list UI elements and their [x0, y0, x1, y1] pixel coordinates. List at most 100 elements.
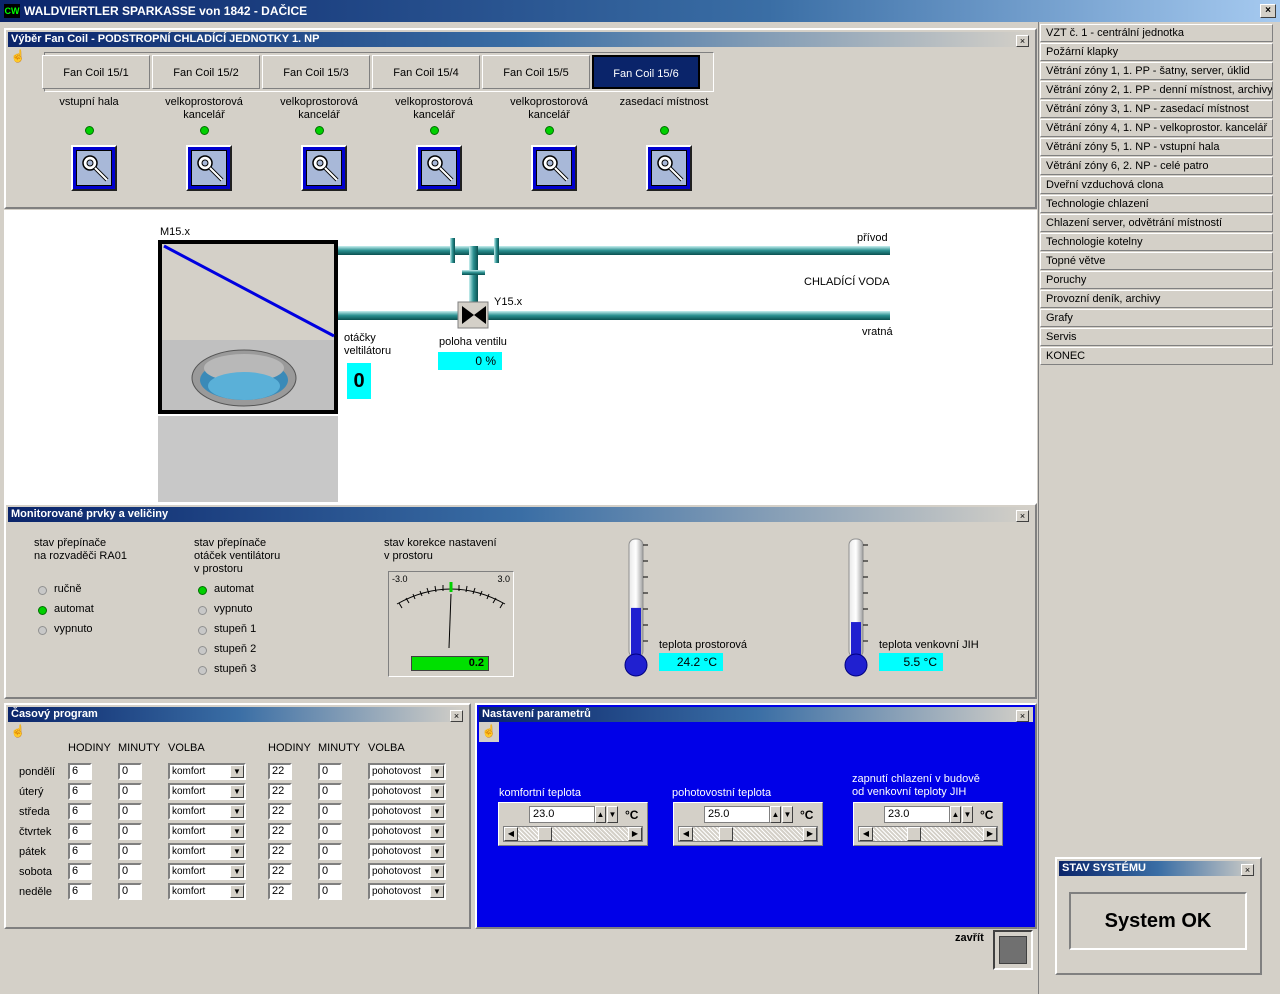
comfort-temp-slider[interactable]: ◀ ▶ [503, 826, 643, 842]
chevron-down-icon[interactable]: ▼ [430, 845, 444, 858]
fan-coil-control-button[interactable] [416, 145, 462, 191]
window-close-button[interactable]: × [1260, 4, 1276, 18]
cooling-threshold-input[interactable]: 23.0 [884, 806, 950, 823]
fan-coil-control-button[interactable] [531, 145, 577, 191]
chevron-down-icon[interactable]: ▼ [430, 785, 444, 798]
hand-icon[interactable]: ☝ [479, 722, 499, 742]
cooling-threshold-up-button[interactable]: ▲ [950, 806, 961, 823]
fancoil-panel-close-button[interactable]: × [1016, 35, 1029, 47]
menu-item[interactable]: Poruchy [1040, 271, 1273, 289]
tab-fan-coil-1[interactable]: Fan Coil 15/1 [42, 55, 150, 89]
mode-select-2[interactable]: pohotovost ▼ [368, 883, 446, 900]
slider-thumb[interactable] [719, 827, 733, 841]
menu-item[interactable]: Technologie chlazení [1040, 195, 1273, 213]
hours-input-1[interactable]: 6 [68, 843, 92, 860]
hours-input-1[interactable]: 6 [68, 823, 92, 840]
chevron-down-icon[interactable]: ▼ [230, 785, 244, 798]
minutes-input-1[interactable]: 0 [118, 823, 142, 840]
chevron-down-icon[interactable]: ▼ [430, 885, 444, 898]
hours-input-2[interactable]: 22 [268, 783, 292, 800]
chevron-down-icon[interactable]: ▼ [430, 805, 444, 818]
minutes-input-2[interactable]: 0 [318, 883, 342, 900]
menu-item[interactable]: Topné větve [1040, 252, 1273, 270]
minutes-input-1[interactable]: 0 [118, 883, 142, 900]
mode-select-2[interactable]: pohotovost ▼ [368, 783, 446, 800]
menu-item[interactable]: Větrání zóny 5, 1. NP - vstupní hala [1040, 138, 1273, 156]
hours-input-2[interactable]: 22 [268, 823, 292, 840]
hours-input-1[interactable]: 6 [68, 803, 92, 820]
slider-left-arrow-icon[interactable]: ◀ [679, 827, 693, 841]
cooling-threshold-down-button[interactable]: ▼ [962, 806, 973, 823]
standby-temp-up-button[interactable]: ▲ [770, 806, 781, 823]
status-panel-close-button[interactable]: × [1241, 864, 1254, 876]
minutes-input-2[interactable]: 0 [318, 863, 342, 880]
hours-input-2[interactable]: 22 [268, 883, 292, 900]
mode-select-2[interactable]: pohotovost ▼ [368, 823, 446, 840]
params-panel-close-button[interactable]: × [1016, 710, 1029, 722]
hours-input-2[interactable]: 22 [268, 763, 292, 780]
chevron-down-icon[interactable]: ▼ [230, 825, 244, 838]
hours-input-1[interactable]: 6 [68, 883, 92, 900]
menu-item[interactable]: Větrání zóny 4, 1. NP - velkoprostor. ka… [1040, 119, 1273, 137]
fan-coil-control-button[interactable] [301, 145, 347, 191]
mode-select-1[interactable]: komfort ▼ [168, 863, 246, 880]
minutes-input-1[interactable]: 0 [118, 863, 142, 880]
slider-left-arrow-icon[interactable]: ◀ [859, 827, 873, 841]
hours-input-2[interactable]: 22 [268, 843, 292, 860]
mode-select-1[interactable]: komfort ▼ [168, 843, 246, 860]
minutes-input-2[interactable]: 0 [318, 823, 342, 840]
hours-input-2[interactable]: 22 [268, 863, 292, 880]
menu-item[interactable]: Servis [1040, 328, 1273, 346]
hand-icon[interactable]: ☝ [8, 722, 28, 742]
tab-fan-coil-5[interactable]: Fan Coil 15/5 [482, 55, 590, 89]
menu-item[interactable]: Větrání zóny 3, 1. NP - zasedací místnos… [1040, 100, 1273, 118]
fan-coil-control-button[interactable] [186, 145, 232, 191]
monitor-panel-close-button[interactable]: × [1016, 510, 1029, 522]
chevron-down-icon[interactable]: ▼ [430, 865, 444, 878]
hand-icon[interactable]: ☝ [8, 47, 28, 67]
comfort-temp-up-button[interactable]: ▲ [595, 806, 606, 823]
tab-fan-coil-6[interactable]: Fan Coil 15/6 [592, 55, 700, 89]
slider-thumb[interactable] [538, 827, 552, 841]
chevron-down-icon[interactable]: ▼ [230, 845, 244, 858]
menu-item[interactable]: Větrání zóny 2, 1. PP - denní místnost, … [1040, 81, 1273, 99]
menu-item[interactable]: Dveřní vzduchová clona [1040, 176, 1273, 194]
standby-temp-input[interactable]: 25.0 [704, 806, 770, 823]
comfort-temp-input[interactable]: 23.0 [529, 806, 595, 823]
mode-select-1[interactable]: komfort ▼ [168, 823, 246, 840]
chevron-down-icon[interactable]: ▼ [230, 765, 244, 778]
menu-item[interactable]: Provozní deník, archivy [1040, 290, 1273, 308]
slider-right-arrow-icon[interactable]: ▶ [983, 827, 997, 841]
minutes-input-1[interactable]: 0 [118, 843, 142, 860]
mode-select-2[interactable]: pohotovost ▼ [368, 763, 446, 780]
slider-right-arrow-icon[interactable]: ▶ [628, 827, 642, 841]
menu-item[interactable]: Chlazení server, odvětrání místností [1040, 214, 1273, 232]
minutes-input-2[interactable]: 0 [318, 763, 342, 780]
menu-item[interactable]: Větrání zóny 1, 1. PP - šatny, server, ú… [1040, 62, 1273, 80]
fan-coil-control-button[interactable] [646, 145, 692, 191]
hours-input-1[interactable]: 6 [68, 783, 92, 800]
cooling-threshold-slider[interactable]: ◀ ▶ [858, 826, 998, 842]
chevron-down-icon[interactable]: ▼ [230, 865, 244, 878]
hours-input-1[interactable]: 6 [68, 863, 92, 880]
slider-left-arrow-icon[interactable]: ◀ [504, 827, 518, 841]
close-button[interactable] [993, 930, 1033, 970]
minutes-input-2[interactable]: 0 [318, 843, 342, 860]
mode-select-2[interactable]: pohotovost ▼ [368, 863, 446, 880]
minutes-input-1[interactable]: 0 [118, 783, 142, 800]
mode-select-2[interactable]: pohotovost ▼ [368, 803, 446, 820]
tab-fan-coil-4[interactable]: Fan Coil 15/4 [372, 55, 480, 89]
menu-item[interactable]: Technologie kotelny [1040, 233, 1273, 251]
mode-select-1[interactable]: komfort ▼ [168, 783, 246, 800]
minutes-input-1[interactable]: 0 [118, 803, 142, 820]
menu-item[interactable]: Požární klapky [1040, 43, 1273, 61]
menu-item[interactable]: VZT č. 1 - centrální jednotka [1040, 24, 1273, 42]
chevron-down-icon[interactable]: ▼ [430, 765, 444, 778]
tab-fan-coil-2[interactable]: Fan Coil 15/2 [152, 55, 260, 89]
menu-item[interactable]: Grafy [1040, 309, 1273, 327]
menu-item[interactable]: KONEC [1040, 347, 1273, 365]
chevron-down-icon[interactable]: ▼ [230, 805, 244, 818]
tab-fan-coil-3[interactable]: Fan Coil 15/3 [262, 55, 370, 89]
hours-input-2[interactable]: 22 [268, 803, 292, 820]
standby-temp-down-button[interactable]: ▼ [782, 806, 793, 823]
